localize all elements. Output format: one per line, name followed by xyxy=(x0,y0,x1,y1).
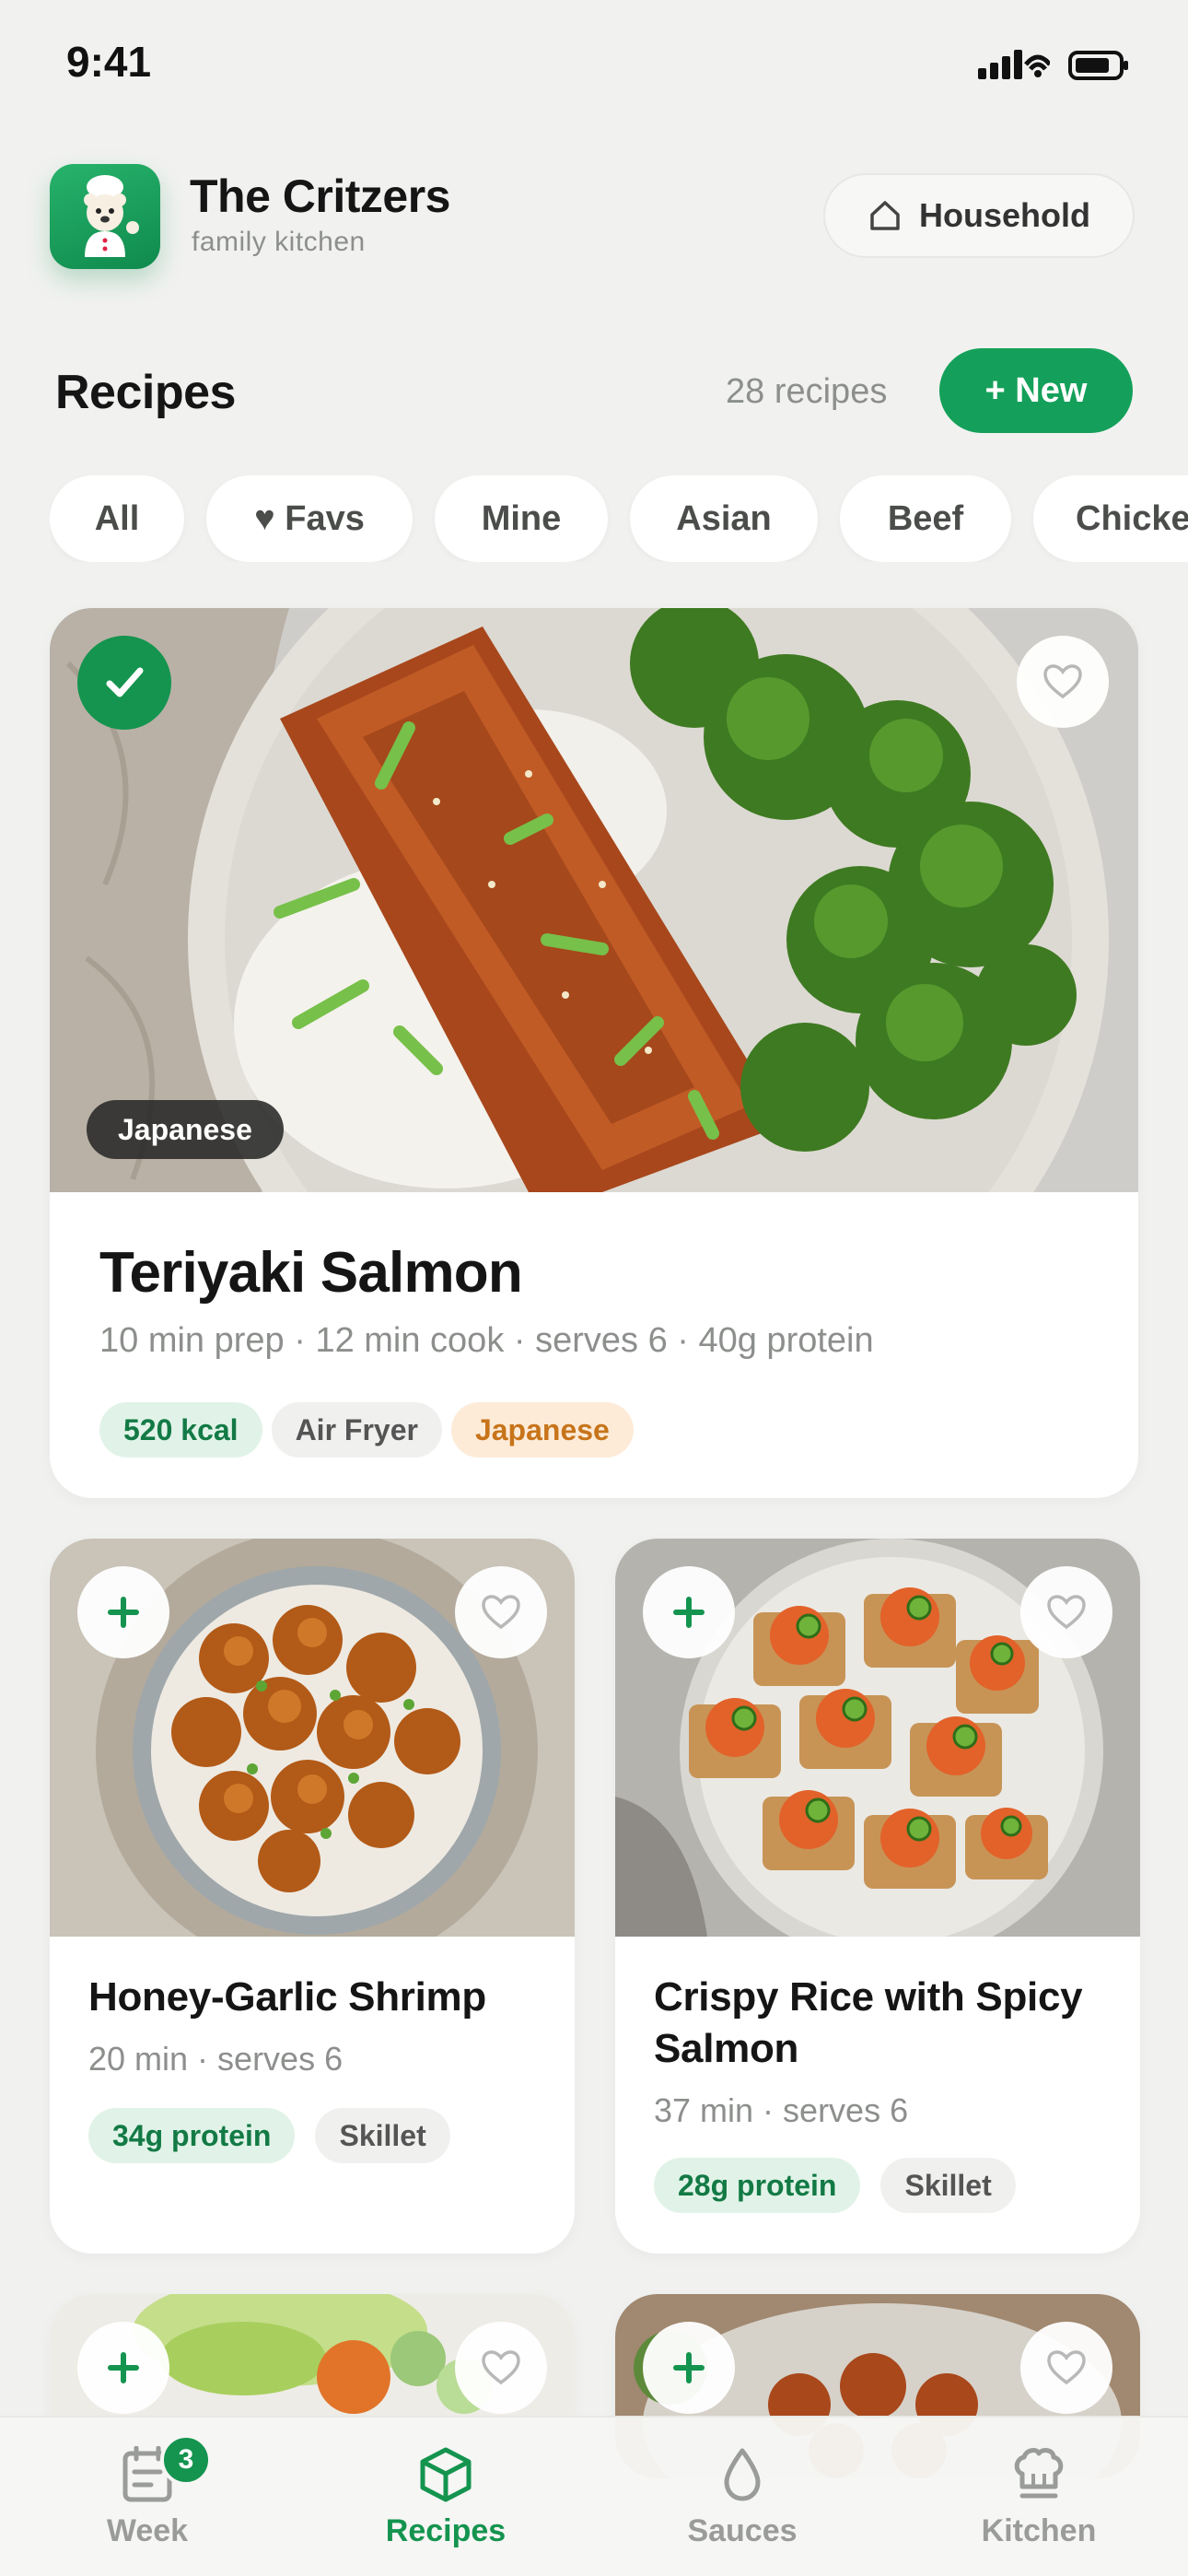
filter-chip-chicken[interactable]: Chicken xyxy=(1033,475,1188,562)
plus-icon xyxy=(673,2352,705,2383)
add-to-week-button[interactable] xyxy=(77,2322,169,2414)
home-icon xyxy=(870,201,900,230)
recipe-title: Honey-Garlic Shrimp xyxy=(88,1974,486,2020)
nav-item-recipes[interactable]: Recipes xyxy=(354,2445,538,2549)
cuisine-tag-pill: Japanese xyxy=(450,1402,634,1458)
heart-icon xyxy=(1043,664,1082,699)
week-count-badge: 3 xyxy=(160,2434,212,2486)
favorite-button[interactable] xyxy=(1017,636,1109,728)
selected-check-badge[interactable] xyxy=(77,636,171,730)
nav-item-sauces[interactable]: Sauces xyxy=(650,2445,834,2549)
method-tag: Air Fryer xyxy=(271,1402,442,1458)
recipe-tags: 28g protein Skillet xyxy=(654,2158,1016,2213)
battery-icon xyxy=(1068,51,1129,85)
recipe-meta: 37 min · serves 6 xyxy=(654,2091,909,2129)
protein-tag: 28g protein xyxy=(654,2158,861,2213)
calendar-list-icon xyxy=(55,2445,239,2504)
household-label: Household xyxy=(919,196,1090,234)
nav-label: Recipes xyxy=(385,2513,507,2548)
plus-icon xyxy=(108,1597,139,1628)
favorite-button[interactable] xyxy=(455,2322,547,2414)
nav-item-week[interactable]: 3 Week xyxy=(55,2434,239,2549)
app-logo xyxy=(50,164,160,269)
featured-recipe-card[interactable]: Japanese Teriyaki Salmon 10 min prep · 1… xyxy=(50,608,1138,1498)
filter-chip-all[interactable]: All xyxy=(50,475,184,562)
filter-chip-beef[interactable]: Beef xyxy=(840,475,1011,562)
heart-icon xyxy=(482,2350,520,2385)
recipe-tags: 520 kcal Air Fryer Japanese xyxy=(99,1402,634,1458)
heart-icon xyxy=(1047,1595,1086,1630)
nav-label: Week xyxy=(106,2513,189,2548)
add-to-week-button[interactable] xyxy=(643,1566,735,1658)
cuisine-tag: Japanese xyxy=(87,1100,284,1159)
status-bar: 9:41 xyxy=(0,0,1188,129)
recipe-count: 28 recipes xyxy=(726,372,888,411)
method-tag: Skillet xyxy=(315,2108,450,2163)
drop-icon xyxy=(650,2445,834,2504)
plus-icon xyxy=(108,2352,139,2383)
filter-bar: All ♥ Favs Mine Asian Beef Chicken xyxy=(50,475,1188,562)
bottom-nav: 3 Week Recipes Sauces Kitchen xyxy=(0,2416,1188,2576)
recipe-card[interactable]: Honey-Garlic Shrimp 20 min · serves 6 34… xyxy=(50,1539,575,2254)
heart-icon xyxy=(1047,2350,1086,2385)
chef-hat-icon xyxy=(947,2445,1131,2504)
filter-chip-favs[interactable]: ♥ Favs xyxy=(206,475,413,562)
filter-chip-asian[interactable]: Asian xyxy=(630,475,818,562)
favorite-button[interactable] xyxy=(1020,1566,1112,1658)
cellular-signal-icon xyxy=(978,46,1052,84)
app-title: The Critzers xyxy=(190,170,450,222)
plus-icon xyxy=(673,1597,705,1628)
status-time: 9:41 xyxy=(66,38,152,86)
nav-item-kitchen[interactable]: Kitchen xyxy=(947,2445,1131,2549)
recipe-meta: 20 min · serves 6 xyxy=(88,2040,344,2078)
protein-tag: 34g protein xyxy=(88,2108,296,2163)
method-tag: Skillet xyxy=(880,2158,1016,2213)
household-button[interactable]: Household xyxy=(823,173,1135,258)
checkmark-icon xyxy=(106,667,144,697)
nav-label: Kitchen xyxy=(981,2513,1097,2548)
recipe-tags: 34g protein Skillet xyxy=(88,2108,450,2163)
nav-label: Sauces xyxy=(687,2513,798,2548)
filter-chip-mine[interactable]: Mine xyxy=(435,475,608,562)
chef-mascot-icon xyxy=(84,175,139,257)
recipe-meta: 10 min prep · 12 min cook · serves 6 · 4… xyxy=(99,1321,874,1360)
recipe-title: Crispy Rice with Spicy Salmon xyxy=(654,1974,1083,2071)
calorie-tag: 520 kcal xyxy=(99,1402,262,1458)
recipe-title: Teriyaki Salmon xyxy=(99,1241,523,1305)
app-subtitle: family kitchen xyxy=(192,227,366,257)
new-recipe-button[interactable]: + New xyxy=(939,348,1133,433)
add-to-week-button[interactable] xyxy=(643,2322,735,2414)
recipe-card[interactable]: Crispy Rice with Spicy Salmon 37 min · s… xyxy=(615,1539,1140,2254)
favorite-button[interactable] xyxy=(1020,2322,1112,2414)
heart-icon xyxy=(482,1595,520,1630)
add-to-week-button[interactable] xyxy=(77,1566,169,1658)
page-title: Recipes xyxy=(55,366,236,419)
favorite-button[interactable] xyxy=(455,1566,547,1658)
box-icon xyxy=(354,2445,538,2504)
